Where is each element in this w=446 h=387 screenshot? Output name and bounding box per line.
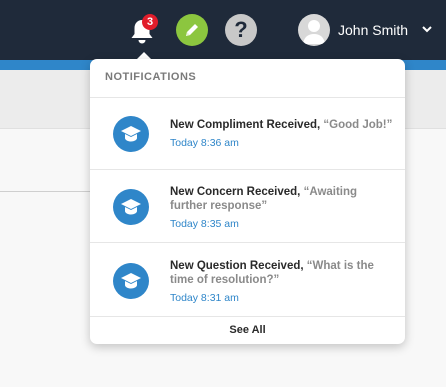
notification-text: New Question Received, “What is the time… <box>170 259 395 305</box>
notification-title: New Question Received, <box>170 260 304 272</box>
pencil-icon <box>186 24 198 36</box>
divider <box>90 169 405 170</box>
see-all-link[interactable]: See All <box>90 324 405 336</box>
user-silhouette-icon <box>303 20 325 44</box>
notification-avatar <box>113 263 149 299</box>
notification-title: New Concern Received, <box>170 186 301 198</box>
notification-item[interactable]: New Compliment Received, “Good Job!” Tod… <box>90 98 405 170</box>
chevron-down-icon <box>422 26 432 33</box>
notification-text: New Compliment Received, “Good Job!” Tod… <box>170 118 395 150</box>
notification-avatar <box>113 116 149 152</box>
graduation-cap-icon <box>121 126 141 142</box>
edit-button[interactable] <box>176 14 208 46</box>
help-button[interactable]: ? <box>225 14 257 46</box>
dropdown-header: NOTIFICATIONS <box>105 71 197 83</box>
notification-text: New Concern Received, “Awaiting further … <box>170 185 395 231</box>
notification-avatar <box>113 189 149 225</box>
notification-time: Today 8:35 am <box>170 218 239 230</box>
graduation-cap-icon <box>121 273 141 289</box>
notification-item[interactable]: New Concern Received, “Awaiting further … <box>90 171 405 243</box>
divider <box>90 316 405 317</box>
graduation-cap-icon <box>121 199 141 215</box>
user-name: John Smith <box>338 22 409 38</box>
notifications-dropdown: NOTIFICATIONS New Compliment Received, “… <box>90 59 405 344</box>
notifications-button[interactable]: 3 <box>128 14 158 46</box>
divider <box>90 242 405 243</box>
top-navigation-bar: 3 ? John Smith <box>0 0 446 60</box>
notification-time: Today 8:31 am <box>170 292 239 304</box>
notification-item[interactable]: New Question Received, “What is the time… <box>90 245 405 317</box>
notification-time: Today 8:36 am <box>170 137 239 149</box>
notification-quote: “Good Job!” <box>323 119 393 131</box>
notification-title: New Compliment Received, <box>170 119 321 131</box>
notification-count-badge: 3 <box>142 14 158 30</box>
avatar <box>298 14 330 46</box>
